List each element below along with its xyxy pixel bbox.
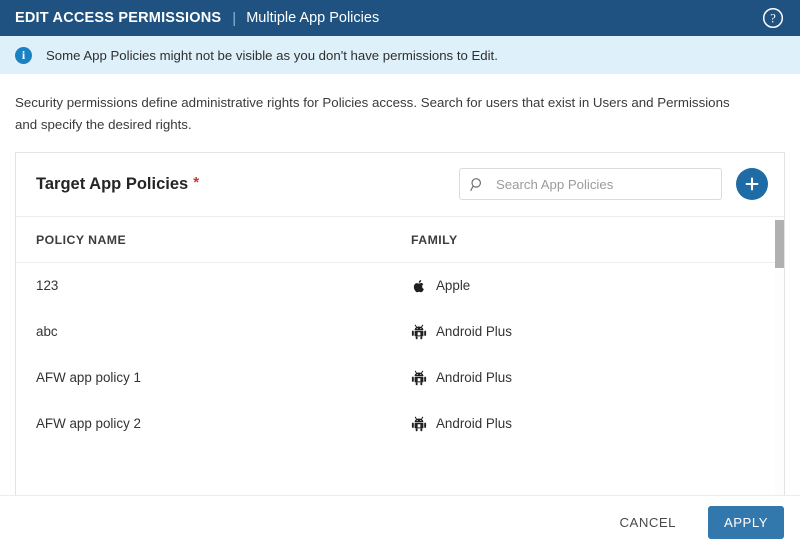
table-row[interactable]: 123 Apple [16,262,784,309]
add-app-policy-button[interactable] [736,168,768,201]
family-label: Android Plus [436,370,512,386]
family-cell-content: Android Plus [411,324,784,340]
cell-policy-name: 123 [36,278,59,294]
table-header-row: POLICY NAME FAMILY [16,216,784,263]
info-banner-text: Some App Policies might not be visible a… [46,47,498,63]
policies-table: POLICY NAME FAMILY 123 Apple abc Android… [16,216,784,447]
card-header: Target App Policies * [16,153,784,217]
table-row[interactable]: abc Android Plus [16,309,784,355]
help-circle-icon[interactable]: ? [762,7,784,29]
policies-table-container: POLICY NAME FAMILY 123 Apple abc Android… [16,216,784,495]
plus-icon [745,177,759,191]
apple-icon [411,278,427,294]
apply-button[interactable]: APPLY [708,505,784,539]
page-subtitle: Multiple App Policies [246,10,380,26]
edit-access-permissions-dialog: EDIT ACCESS PERMISSIONS | Multiple App P… [0,0,800,548]
column-header-family[interactable]: FAMILY [411,216,784,263]
page-title: EDIT ACCESS PERMISSIONS [15,10,222,26]
family-cell-content: Android Plus [411,370,784,386]
table-body: 123 Apple abc Android Plus AFW app polic… [16,262,784,447]
card-title-label: Target App Policies [36,175,189,194]
search-app-policies-box[interactable] [459,168,722,201]
cell-policy-name: abc [36,324,58,340]
table-row[interactable]: AFW app policy 1 Android Plus [16,355,784,401]
family-label: Android Plus [436,416,512,432]
cell-family: Android Plus [411,401,784,447]
dialog-footer: CANCEL APPLY [0,495,800,548]
cell-family: Android Plus [411,355,784,401]
cell-policy-name: AFW app policy 1 [36,370,141,386]
info-circle-icon: i [15,46,32,64]
title-separator: | [232,9,237,27]
cell-policy-name: AFW app policy 2 [36,416,141,432]
search-input[interactable] [494,175,711,193]
description-text: Security permissions define administrati… [15,95,730,132]
table-scrollbar-track[interactable] [775,216,784,495]
family-cell-content: Android Plus [411,416,784,432]
svg-text:?: ? [770,11,776,25]
android-icon [411,370,427,386]
family-cell-content: Apple [411,278,784,294]
required-asterisk: * [193,174,200,192]
family-label: Android Plus [436,324,512,340]
android-icon [411,416,427,432]
cancel-button[interactable]: CANCEL [606,506,691,539]
cell-family: Apple [411,262,784,309]
dialog-titlebar: EDIT ACCESS PERMISSIONS | Multiple App P… [0,0,800,36]
table-head: POLICY NAME FAMILY [16,216,784,263]
column-header-policy-name[interactable]: POLICY NAME [16,216,411,263]
cell-family: Android Plus [411,309,784,355]
search-icon [470,177,485,192]
card-title: Target App Policies * [36,174,199,194]
family-label: Apple [436,278,471,294]
info-banner: i Some App Policies might not be visible… [0,36,800,74]
table-scrollbar-thumb[interactable] [775,219,784,268]
target-app-policies-card: Target App Policies * Search App Policie… [15,151,785,495]
table-row[interactable]: AFW app policy 2 Android Plus [16,401,784,447]
android-icon [411,324,427,340]
